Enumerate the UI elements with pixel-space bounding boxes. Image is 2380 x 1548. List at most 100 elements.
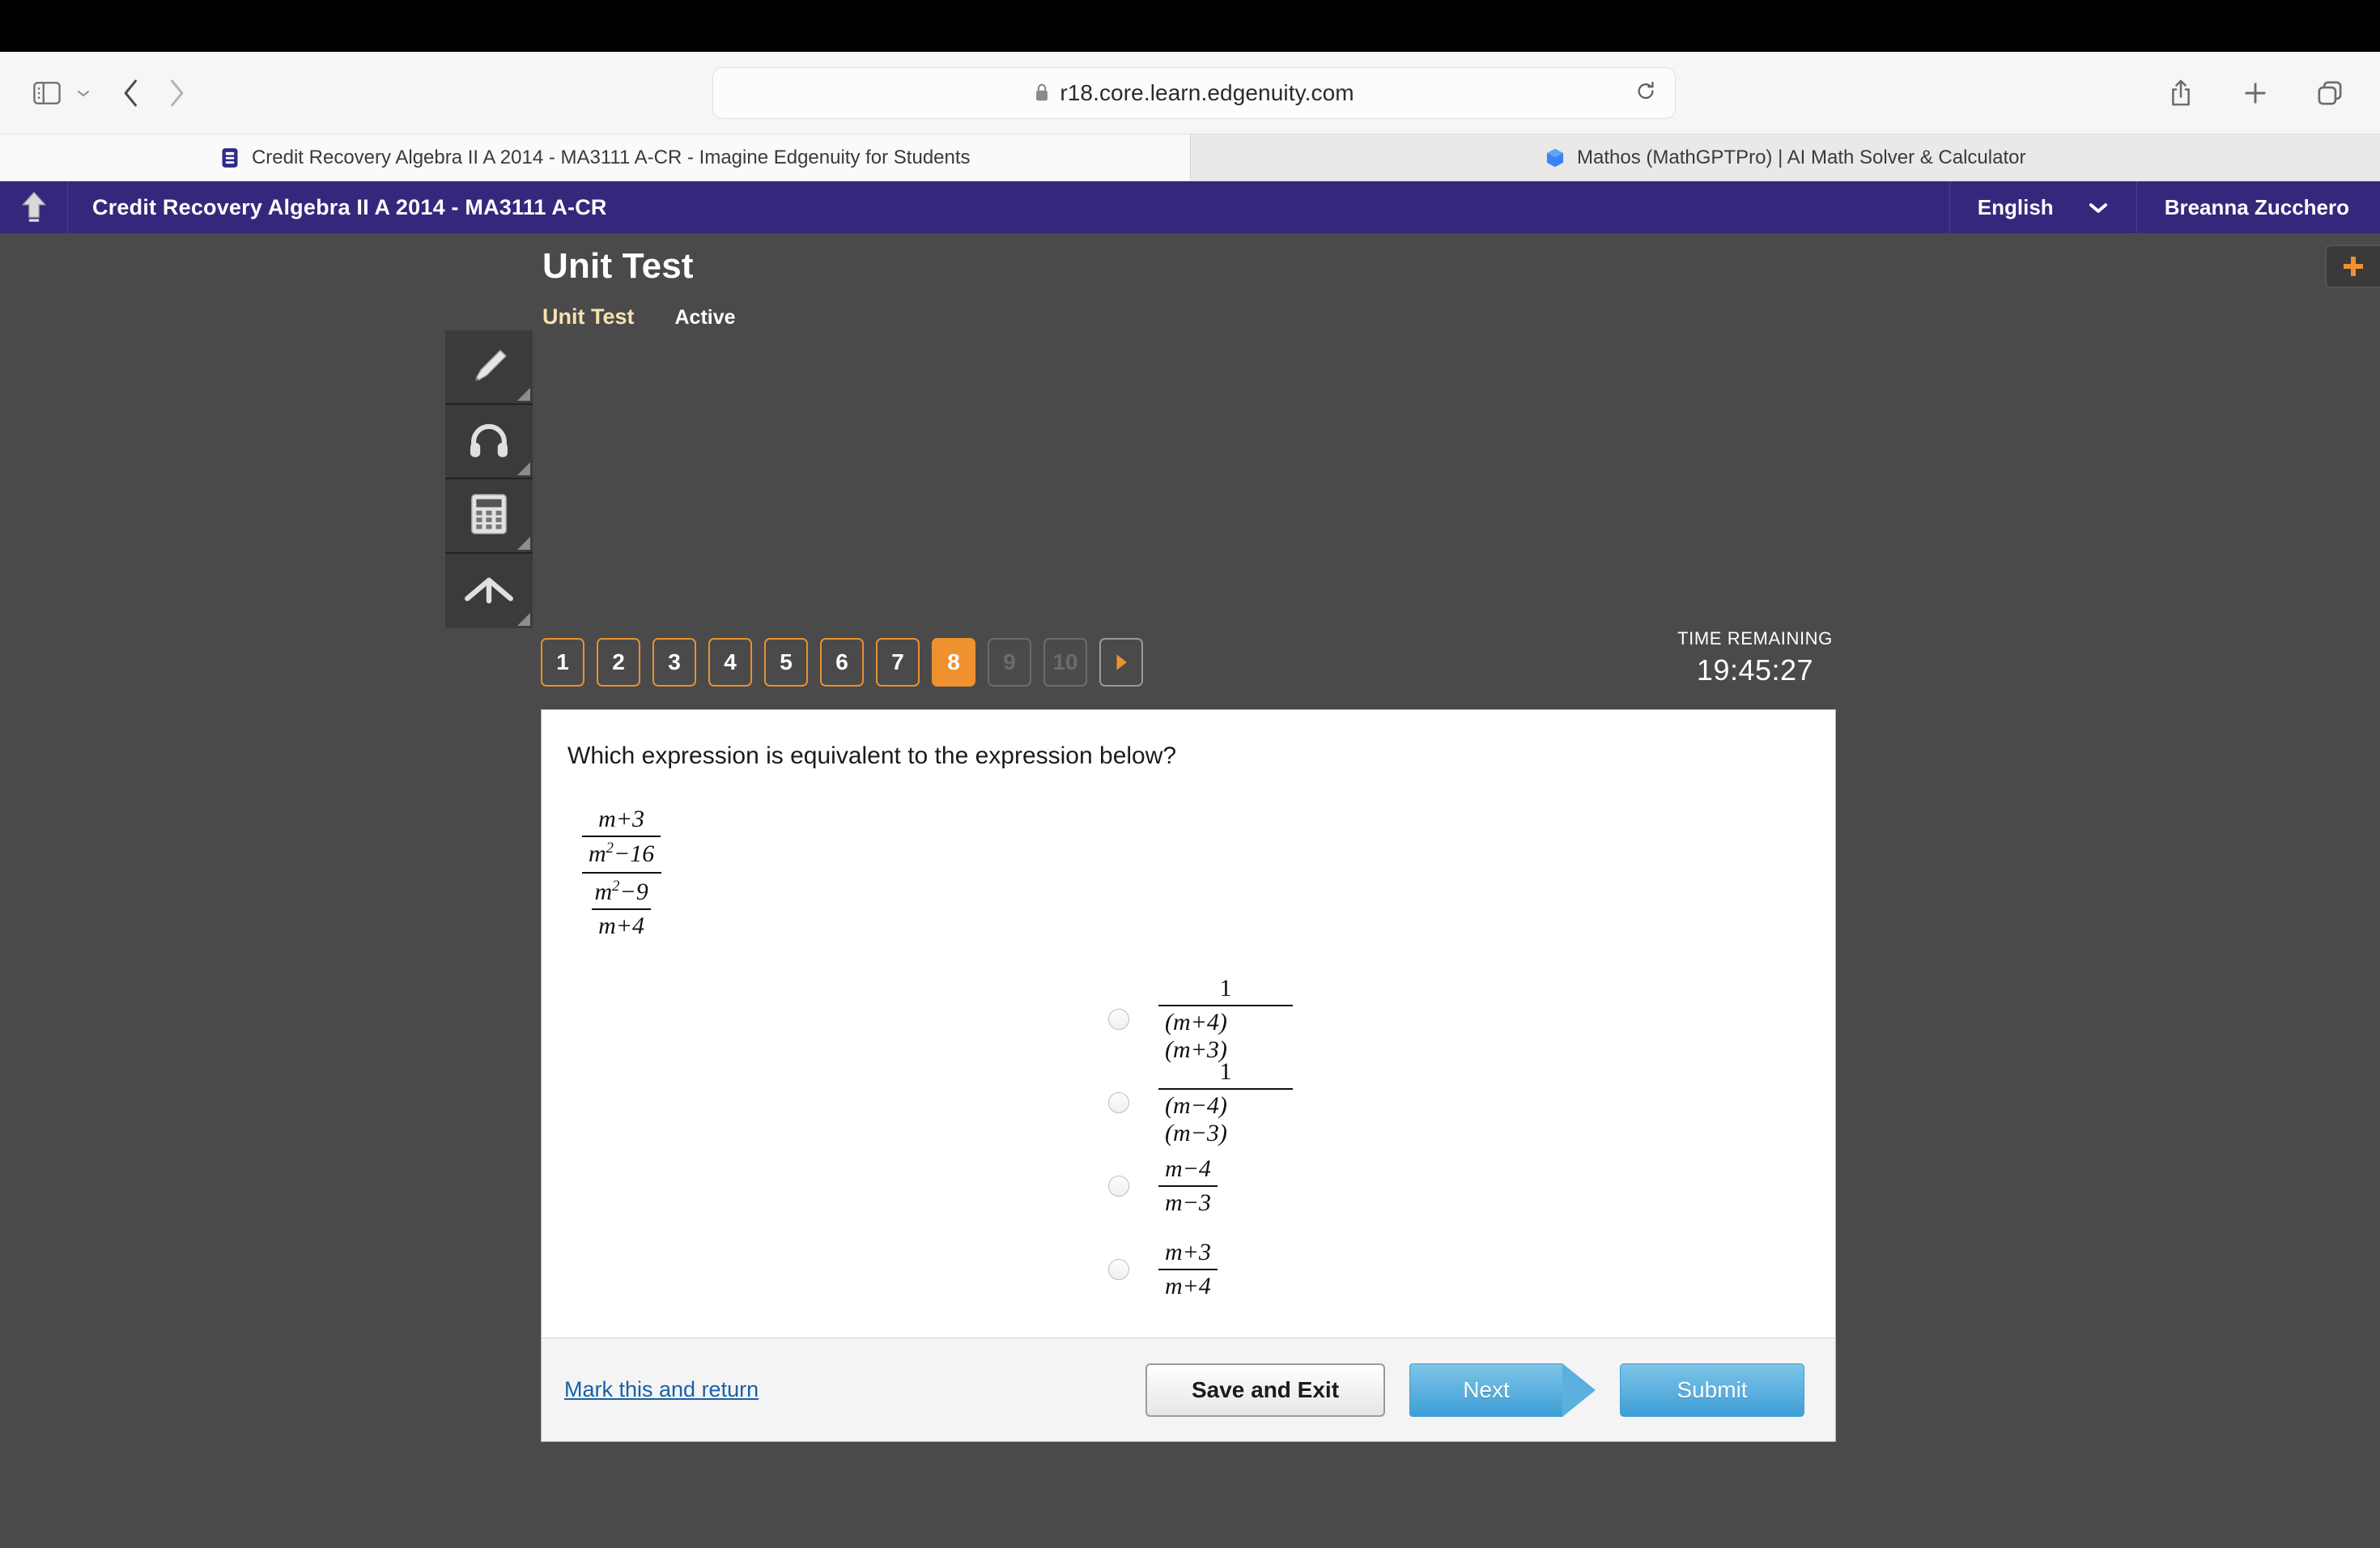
expression-top-numerator: m+3 (598, 806, 645, 832)
radio-button-a[interactable] (1108, 1008, 1129, 1030)
sidebar-options-chevron-down-icon[interactable] (70, 70, 97, 116)
resize-corner (517, 462, 530, 475)
choice-c-denominator: m−3 (1158, 1184, 1218, 1217)
answer-choice-c[interactable]: m−4 m−3 (564, 1144, 1293, 1227)
browser-tab-edgenuity[interactable]: Credit Recovery Algebra II A 2014 - MA31… (0, 134, 1190, 181)
address-bar[interactable]: r18.core.learn.edgenuity.com (712, 66, 1676, 119)
time-remaining-value: 19:45:27 (1696, 653, 1814, 687)
submit-button[interactable]: Submit (1620, 1363, 1804, 1417)
tab-overview-icon[interactable] (2307, 70, 2352, 116)
choice-d-numerator: m+3 (1165, 1238, 1211, 1265)
activity-frame: Unit Test Unit Test Active 1 2 3 4 5 6 7… (0, 233, 2380, 1548)
resize-corner (517, 388, 530, 401)
language-label: English (1977, 194, 2054, 219)
question-prompt: Which expression is equivalent to the ex… (567, 742, 1177, 769)
tool-calculator[interactable] (445, 479, 533, 554)
question-button-4[interactable]: 4 (708, 638, 752, 687)
new-tab-plus-icon[interactable] (2233, 70, 2278, 116)
browser-tab-bar: Credit Recovery Algebra II A 2014 - MA31… (0, 134, 2380, 181)
choice-a-denominator: (m+4)(m+3) (1158, 1004, 1293, 1064)
toolbar-right-controls (2158, 70, 2352, 116)
expression-top-denominator: m2−16 (582, 836, 661, 868)
answer-choice-b[interactable]: 1 (m−4)(m−3) (564, 1058, 1293, 1147)
calculator-icon (469, 492, 509, 540)
reload-icon[interactable] (1634, 79, 1657, 106)
sidebar-toggle-icon[interactable] (24, 70, 70, 116)
save-and-exit-button[interactable]: Save and Exit (1145, 1363, 1385, 1417)
forward-chevron-icon[interactable] (154, 70, 199, 116)
question-button-2[interactable]: 2 (597, 638, 640, 687)
answer-choices: 1 (m+4)(m+3) 1 (m−4)(m−3) m−4 m−3 m+3 m+… (564, 975, 1293, 1311)
mathos-favicon-icon (1545, 147, 1566, 168)
answer-choice-c-math: m−4 m−3 (1158, 1155, 1218, 1217)
radio-button-b[interactable] (1108, 1091, 1129, 1113)
home-arrow-icon[interactable] (0, 181, 68, 233)
device-status-strip (0, 0, 2380, 52)
highlighter-icon (466, 342, 512, 392)
user-name: Breanna Zucchero (2164, 194, 2349, 219)
question-expression: m+3 m2−16 m2−9 m+4 (576, 806, 667, 940)
browser-tab-title: Credit Recovery Algebra II A 2014 - MA31… (251, 146, 971, 168)
question-button-9: 9 (988, 638, 1031, 687)
radio-button-d[interactable] (1108, 1258, 1129, 1280)
browser-tab-mathos[interactable]: Mathos (MathGPTPro) | AI Math Solver & C… (1189, 134, 2380, 181)
chevron-up-icon (464, 573, 514, 610)
choice-b-denominator: (m−4)(m−3) (1158, 1087, 1293, 1147)
back-chevron-icon[interactable] (108, 70, 154, 116)
activity-stage: Unit Test Unit Test Active 1 2 3 4 5 6 7… (0, 233, 2380, 1548)
user-menu[interactable]: Breanna Zucchero (2137, 181, 2380, 233)
app-header-right: English Breanna Zucchero (1949, 181, 2380, 233)
plus-icon (2344, 257, 2363, 276)
answer-choice-d-math: m+3 m+4 (1158, 1239, 1218, 1300)
question-nav-next-button[interactable] (1099, 638, 1143, 687)
answer-choice-a-math: 1 (m+4)(m+3) (1158, 975, 1293, 1064)
mark-and-return-link[interactable]: Mark this and return (564, 1377, 759, 1402)
choice-c-numerator: m−4 (1165, 1155, 1211, 1182)
question-button-1[interactable]: 1 (541, 638, 584, 687)
share-icon[interactable] (2158, 70, 2204, 116)
next-triangle-icon (1116, 654, 1127, 670)
status-badge: Active (674, 306, 736, 329)
course-title: Credit Recovery Algebra II A 2014 - MA31… (92, 194, 607, 219)
tool-collapse[interactable] (445, 554, 533, 628)
answer-choice-b-math: 1 (m−4)(m−3) (1158, 1058, 1293, 1147)
add-resource-button[interactable] (2325, 245, 2380, 288)
question-card: Which expression is equivalent to the ex… (541, 709, 1836, 1442)
answer-choice-d[interactable]: m+3 m+4 (564, 1227, 1293, 1311)
expression-bottom-denominator: m+4 (592, 908, 652, 940)
next-button-arrow-icon (1562, 1363, 1596, 1417)
question-button-10: 10 (1043, 638, 1087, 687)
toolbar-left-controls (0, 70, 199, 116)
next-button[interactable]: Next (1409, 1363, 1563, 1417)
answer-choice-a[interactable]: 1 (m+4)(m+3) (564, 975, 1293, 1064)
tool-text-to-speech[interactable] (445, 405, 533, 479)
language-selector[interactable]: English (1949, 181, 2137, 233)
choice-a-numerator: 1 (1219, 974, 1232, 1002)
resize-corner (517, 613, 530, 626)
question-button-7[interactable]: 7 (876, 638, 920, 687)
breadcrumb-assignment[interactable]: Unit Test (542, 304, 635, 330)
question-button-3[interactable]: 3 (652, 638, 696, 687)
choice-d-denominator: m+4 (1158, 1268, 1218, 1300)
browser-toolbar: r18.core.learn.edgenuity.com (0, 52, 2380, 134)
next-button-wrap[interactable]: Next (1409, 1363, 1596, 1417)
tool-rail (445, 330, 533, 628)
footer-buttons: Save and Exit Next Submit (1145, 1363, 1804, 1417)
chevron-down-icon (2088, 195, 2109, 220)
question-button-8[interactable]: 8 (932, 638, 975, 687)
address-bar-field[interactable]: r18.core.learn.edgenuity.com (712, 66, 1676, 119)
lock-icon (1034, 83, 1050, 103)
radio-button-c[interactable] (1108, 1175, 1129, 1197)
edgenuity-favicon-icon (219, 147, 240, 168)
question-footer: Mark this and return Save and Exit Next … (542, 1337, 1835, 1441)
time-remaining-label: TIME REMAINING (1677, 628, 1833, 649)
time-remaining: TIME REMAINING 19:45:27 (1674, 628, 1836, 687)
page-title: Unit Test (542, 246, 694, 286)
question-button-5[interactable]: 5 (764, 638, 808, 687)
tool-highlighter[interactable] (445, 330, 533, 405)
question-navigator: 1 2 3 4 5 6 7 8 9 10 (541, 638, 1143, 687)
resize-corner (517, 537, 530, 550)
browser-tab-title: Mathos (MathGPTPro) | AI Math Solver & C… (1577, 146, 2026, 168)
question-button-6[interactable]: 6 (820, 638, 864, 687)
question-body: Which expression is equivalent to the ex… (542, 710, 1835, 1337)
